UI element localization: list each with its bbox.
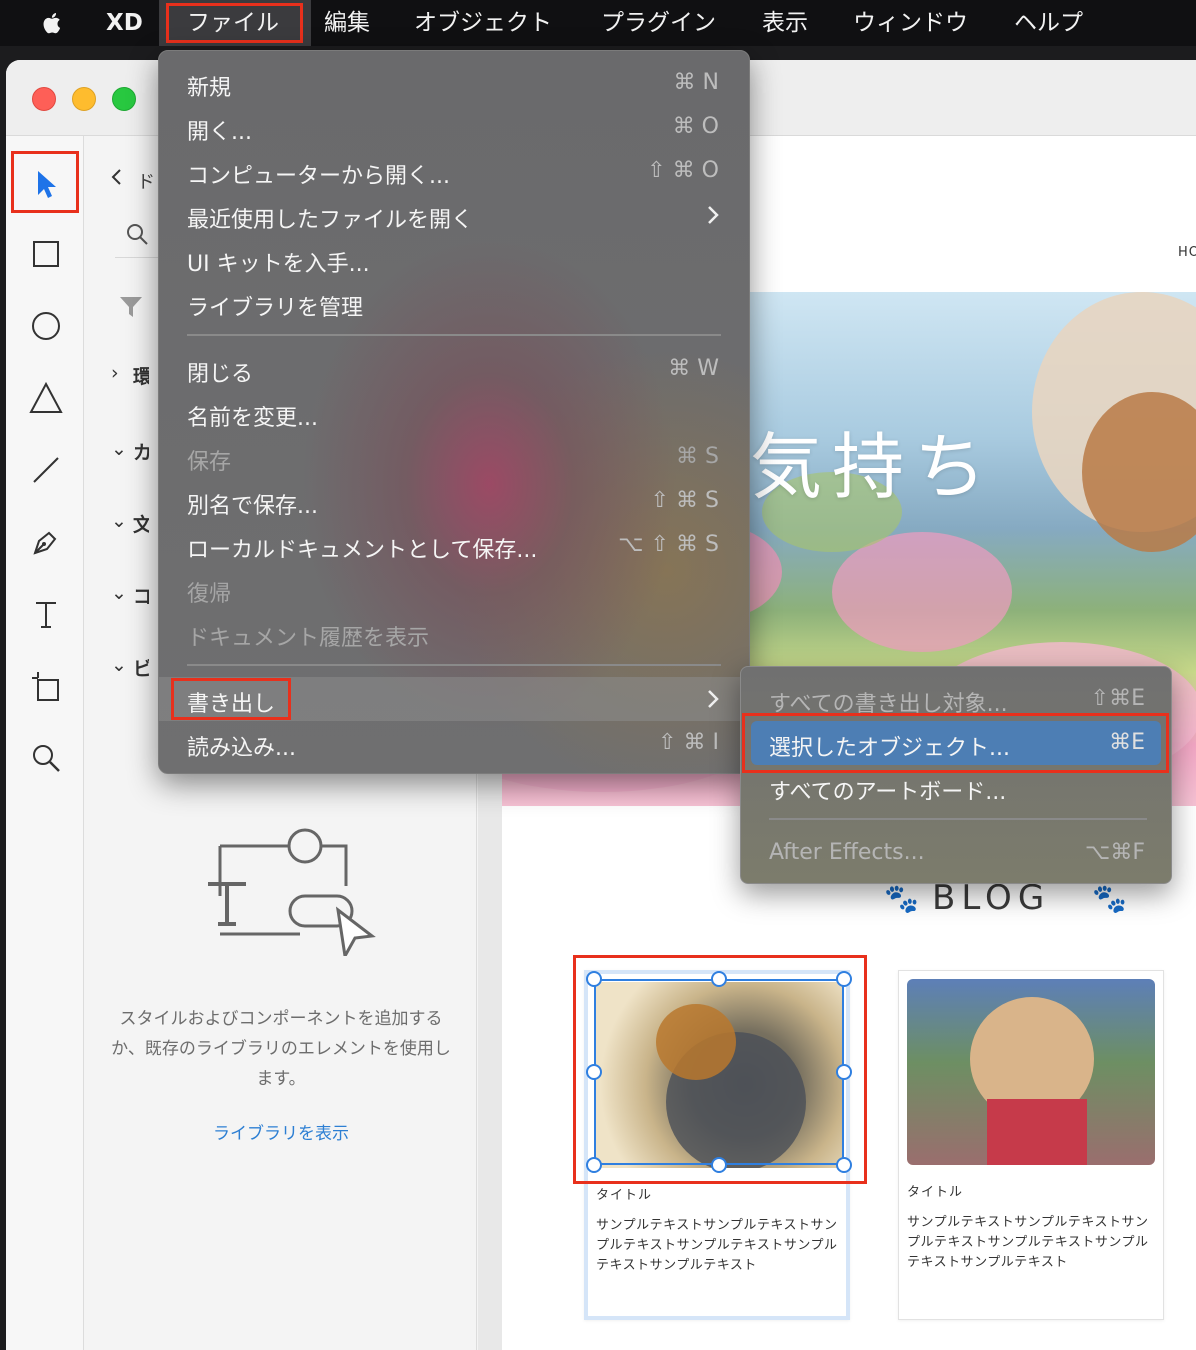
blog-card[interactable]: タイトル サンプルテキストサンプルテキストサンプルテキストサンプルテキストサンプ…: [898, 970, 1164, 1320]
submenu-item-all-export-targets[interactable]: すべての書き出し対象... ⇧⌘E: [741, 677, 1171, 721]
menu-item-close[interactable]: 閉じる ⌘ W: [159, 347, 749, 391]
chevron-down-icon: ⌄: [111, 510, 127, 532]
menu-window[interactable]: ウィンドウ: [853, 0, 968, 46]
resize-handle[interactable]: [586, 1064, 602, 1080]
close-window-button[interactable]: [32, 87, 56, 111]
resize-handle[interactable]: [711, 1157, 727, 1173]
library-empty-description: スタイルおよびコンポーネントを追加するか、既存のライブラリのエレメントを使用しま…: [111, 1009, 451, 1089]
zoom-tool[interactable]: [24, 738, 68, 782]
menu-file[interactable]: ファイル: [159, 0, 311, 46]
file-menu: 新規 ⌘ N 開く... ⌘ O コンピューターから開く... ⇧ ⌘ O 最近使用し…: [158, 50, 750, 774]
polygon-tool[interactable]: [24, 378, 68, 422]
rectangle-icon: [32, 240, 60, 272]
minimize-window-button[interactable]: [72, 87, 96, 111]
menu-item-rename[interactable]: 名前を変更...: [159, 391, 749, 435]
card-title: タイトル: [596, 1188, 653, 1203]
resize-handle[interactable]: [836, 971, 852, 987]
line-tool[interactable]: [24, 450, 68, 494]
library-section[interactable]: ⌄ 文: [111, 510, 149, 537]
menu-item-export[interactable]: 書き出し: [159, 677, 749, 721]
menu-item-import[interactable]: 読み込み... ⇧ ⌘ I: [159, 721, 749, 765]
chevron-right-icon: ›: [111, 362, 119, 384]
tool-bar: [6, 136, 84, 1350]
text-tool[interactable]: [24, 594, 68, 638]
resize-handle[interactable]: [711, 971, 727, 987]
menu-view[interactable]: 表示: [762, 0, 808, 46]
menu-item-save-as-local[interactable]: ローカルドキュメントとして保存... ⌥ ⇧ ⌘ S: [159, 523, 749, 567]
pen-icon: [31, 527, 61, 561]
ellipse-icon: [31, 311, 61, 345]
pointer-icon: [33, 169, 59, 203]
chevron-down-icon: ⌄: [111, 438, 127, 460]
menu-bar: XD ファイル 編集 オブジェクト プラグイン 表示 ウィンドウ ヘルプ: [0, 0, 1196, 46]
library-title: ド: [137, 172, 155, 193]
menu-help[interactable]: ヘルプ: [1014, 0, 1083, 46]
selection-frame[interactable]: [594, 979, 844, 1165]
library-section[interactable]: ⌄ ビ: [111, 654, 149, 681]
menu-item-save[interactable]: 保存 ⌘ S: [159, 435, 749, 479]
filter-icon[interactable]: [118, 294, 144, 324]
show-library-link[interactable]: ライブラリを表示: [111, 1119, 451, 1144]
menu-item-open-recent[interactable]: 最近使用したファイルを開く: [159, 193, 749, 237]
menu-item-save-as[interactable]: 別名で保存... ⇧ ⌘ S: [159, 479, 749, 523]
maximize-window-button[interactable]: [112, 87, 136, 111]
line-icon: [31, 455, 61, 489]
menu-item-version-history[interactable]: ドキュメント履歴を表示: [159, 611, 749, 655]
card-image-poodle[interactable]: [907, 979, 1155, 1165]
paw-icon: 🐾: [1092, 882, 1127, 915]
menu-separator: [769, 818, 1147, 820]
menu-item-manage-libraries[interactable]: ライブラリを管理: [159, 281, 749, 325]
submenu-item-after-effects[interactable]: After Effects... ⌥⌘F: [741, 831, 1171, 875]
paw-icon: 🐾: [884, 882, 919, 915]
blog-heading: BLOG: [932, 878, 1051, 918]
menu-separator: [187, 664, 721, 666]
text-icon: [33, 599, 59, 633]
search-icon[interactable]: [125, 222, 149, 250]
card-text: サンプルテキストサンプルテキストサンプルテキストサンプルテキストサンプルテキスト…: [907, 1215, 1149, 1270]
chevron-down-icon: ⌄: [111, 654, 127, 676]
submenu-item-all-artboards[interactable]: すべてのアートボード...: [741, 765, 1171, 809]
triangle-icon: [29, 381, 63, 418]
menu-app-name[interactable]: XD: [106, 0, 143, 46]
library-section[interactable]: ⌄ コ: [111, 582, 149, 609]
zoom-icon: [31, 743, 61, 777]
menu-item-new[interactable]: 新規 ⌘ N: [159, 61, 749, 105]
select-tool[interactable]: [24, 164, 68, 208]
menu-file-label: ファイル: [187, 10, 279, 36]
apple-icon[interactable]: [38, 0, 68, 46]
resize-handle[interactable]: [836, 1157, 852, 1173]
resize-handle[interactable]: [836, 1064, 852, 1080]
menu-item-open-from-computer[interactable]: コンピューターから開く... ⇧ ⌘ O: [159, 149, 749, 193]
card-title: タイトル: [907, 1185, 964, 1200]
resize-handle[interactable]: [586, 971, 602, 987]
library-section[interactable]: › 環: [111, 362, 149, 389]
menu-separator: [187, 334, 721, 336]
artboard-tool[interactable]: [24, 666, 68, 710]
menu-item-open[interactable]: 開く... ⌘ O: [159, 105, 749, 149]
ellipse-tool[interactable]: [24, 306, 68, 350]
card-text: サンプルテキストサンプルテキストサンプルテキストサンプルテキストサンプルテキスト…: [596, 1218, 838, 1273]
pen-tool[interactable]: [24, 522, 68, 566]
chevron-right-icon: [707, 689, 719, 713]
chevron-right-icon: [707, 205, 719, 229]
library-empty-illustration: [190, 826, 380, 961]
chevron-down-icon: ⌄: [111, 582, 127, 604]
resize-handle[interactable]: [586, 1157, 602, 1173]
menu-edit[interactable]: 編集: [324, 0, 370, 46]
rectangle-tool[interactable]: [24, 234, 68, 278]
export-submenu: すべての書き出し対象... ⇧⌘E 選択したオブジェクト... ⌘E すべてのアート…: [740, 666, 1172, 884]
chevron-left-icon[interactable]: [109, 167, 123, 191]
library-section[interactable]: ⌄ カ: [111, 438, 149, 465]
menu-item-get-ui-kits[interactable]: UI キットを入手...: [159, 237, 749, 281]
menu-item-revert[interactable]: 復帰: [159, 567, 749, 611]
submenu-item-selected-objects[interactable]: 選択したオブジェクト... ⌘E: [751, 721, 1161, 765]
artboard-icon: [30, 670, 62, 706]
menu-plugins[interactable]: プラグイン: [601, 0, 716, 46]
artboard-nav-item: HO: [1178, 245, 1196, 260]
menu-object[interactable]: オブジェクト: [414, 0, 552, 46]
hero-heading: 気持ち: [750, 425, 997, 509]
